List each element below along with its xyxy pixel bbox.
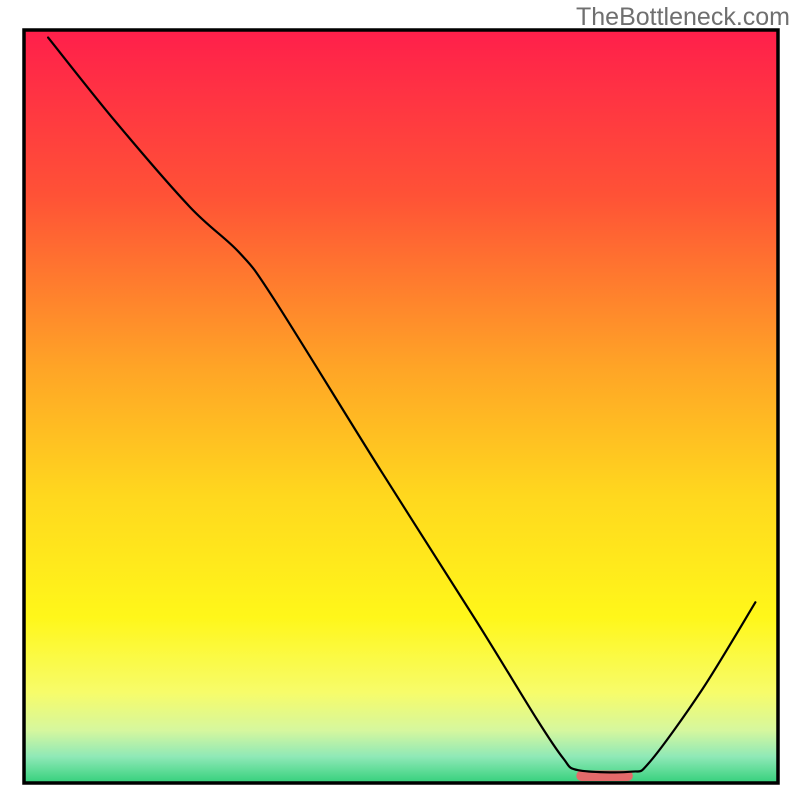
chart-container: TheBottleneck.com — [0, 0, 800, 800]
bottleneck-chart — [0, 0, 800, 800]
chart-background — [24, 30, 778, 783]
watermark-text: TheBottleneck.com — [576, 3, 790, 32]
